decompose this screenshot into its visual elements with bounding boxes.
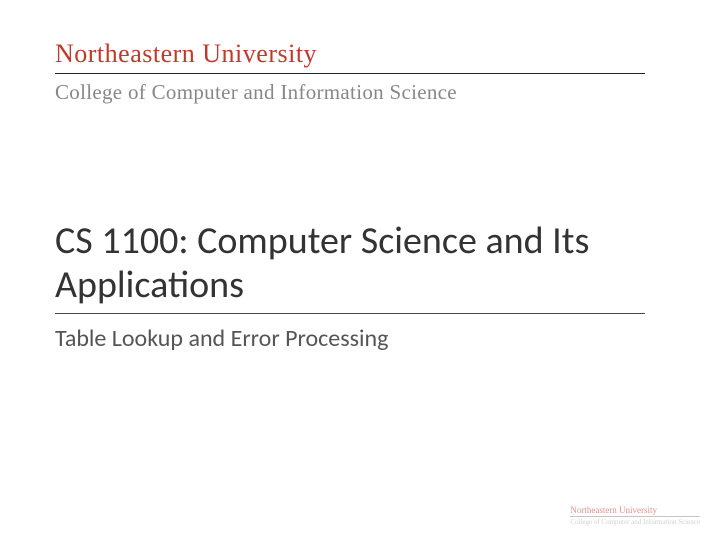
title-block: CS 1100: Computer Science and Its Applic… [55,220,645,353]
footer-college-name: College of Computer and Information Scie… [570,518,700,526]
header-logo: Northeastern University College of Compu… [55,40,645,105]
college-name: College of Computer and Information Scie… [55,80,645,105]
footer-logo: Northeastern University College of Compu… [570,505,700,526]
course-title: CS 1100: Computer Science and Its Applic… [55,220,645,314]
university-name: Northeastern University [55,40,645,74]
footer-university-name: Northeastern University [570,505,700,517]
slide-subtitle: Table Lookup and Error Processing [55,324,645,353]
